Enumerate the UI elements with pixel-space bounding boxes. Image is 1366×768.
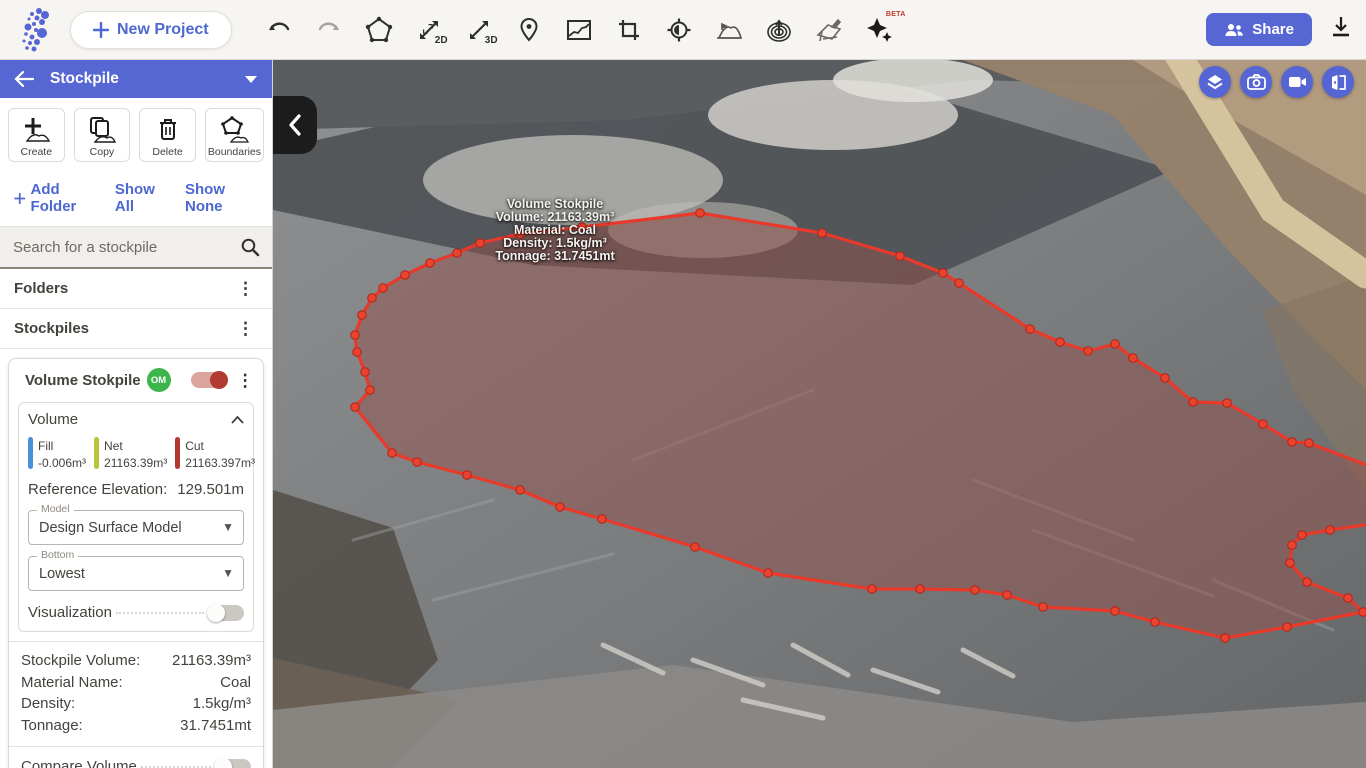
search-icon[interactable] (240, 237, 260, 257)
measure-3d-button[interactable]: 3D (458, 9, 500, 51)
ai-assistant-button[interactable]: BETA (858, 9, 900, 51)
sidebar-header: Stockpile (0, 60, 272, 98)
layers-button[interactable] (1199, 66, 1231, 98)
measure-3d-label: 3D (485, 35, 498, 46)
stockpile-menu-button[interactable]: ⋮ (233, 372, 258, 389)
share-label: Share (1252, 21, 1294, 38)
compare-icon (1330, 74, 1347, 91)
owner-badge: OM (147, 368, 171, 392)
collapse-chevron-icon[interactable] (231, 416, 244, 424)
reference-elevation-value: 129.501m (177, 481, 244, 498)
show-none-button[interactable]: Show None (185, 181, 258, 215)
plus-icon (93, 22, 109, 38)
measure-2d-button[interactable]: 2D (408, 9, 450, 51)
tool-strip: 2D 3D (258, 9, 900, 51)
folders-menu-button[interactable]: ⋮ (233, 280, 258, 297)
plus-icon (14, 192, 26, 205)
volume-header: Volume (28, 411, 78, 428)
stockpile-polygon-svg[interactable] (273, 60, 1366, 768)
polygon-tool-button[interactable] (358, 9, 400, 51)
reference-elevation-label: Reference Elevation: (28, 481, 167, 498)
sidebar-collapse-button[interactable] (273, 96, 317, 154)
boundaries-button[interactable]: Boundaries (205, 108, 264, 162)
share-button[interactable]: Share (1206, 13, 1312, 46)
stockpile-stats: Stockpile Volume:21163.39m³ Material Nam… (9, 641, 263, 746)
net-metric: Net 21163.39m³ (94, 437, 167, 471)
beta-badge: BETA (886, 11, 906, 18)
action-label: Copy (90, 146, 115, 158)
dotted-leader (141, 766, 211, 768)
search-box (0, 227, 272, 269)
back-arrow-button[interactable] (14, 71, 34, 87)
chevron-down-icon: ▼ (222, 566, 234, 580)
map-viewport[interactable]: Volume Stokpile Volume: 21163.39m³ Mater… (273, 60, 1366, 768)
screenshot-button[interactable] (1240, 66, 1272, 98)
visualization-label: Visualization (28, 604, 112, 621)
stockpiles-section: Stockpiles ⋮ (0, 309, 272, 349)
stockpiles-menu-button[interactable]: ⋮ (233, 320, 258, 337)
action-label: Delete (152, 146, 182, 158)
bottom-select[interactable]: Bottom Lowest ▼ (28, 556, 244, 591)
slope-tool-button[interactable] (808, 9, 850, 51)
delete-stockpile-button[interactable]: Delete (139, 108, 196, 162)
compare-view-button[interactable] (1322, 66, 1354, 98)
undo-button[interactable] (258, 9, 300, 51)
copy-stockpile-button[interactable]: Copy (74, 108, 131, 162)
new-project-label: New Project (117, 21, 209, 39)
stockpile-visibility-toggle[interactable] (191, 372, 227, 388)
panel-dropdown-caret[interactable] (244, 75, 258, 84)
folder-links: Add Folder Show All Show None (0, 170, 272, 227)
stockpile-name: Volume Stokpile (25, 372, 141, 389)
add-folder-button[interactable]: Add Folder (14, 181, 101, 215)
record-video-button[interactable] (1281, 66, 1313, 98)
download-button[interactable] (1330, 15, 1352, 44)
measure-2d-label: 2D (435, 35, 448, 46)
action-label: Boundaries (208, 146, 261, 158)
stockpile-actions: Create Copy Delete Boundaries (0, 98, 272, 170)
video-camera-icon (1288, 75, 1307, 89)
search-input[interactable] (0, 227, 272, 267)
crop-button[interactable] (608, 9, 650, 51)
volume-panel: Volume Fill -0.006m³ Net 21163.39m³ Cu (18, 402, 254, 632)
folders-section: Folders ⋮ (0, 269, 272, 309)
stockpile-polygon[interactable] (355, 213, 1366, 638)
target-button[interactable] (658, 9, 700, 51)
folders-label: Folders (14, 280, 68, 297)
elevation-profile-button[interactable] (558, 9, 600, 51)
people-icon (1224, 22, 1244, 38)
compare-volume-row: Compare Volume (9, 746, 263, 768)
location-pin-button[interactable] (508, 9, 550, 51)
layers-icon (1206, 73, 1224, 91)
volume-metrics: Fill -0.006m³ Net 21163.39m³ Cut 21163.3… (28, 437, 244, 471)
create-stockpile-button[interactable]: Create (8, 108, 65, 162)
stockpiles-label: Stockpiles (14, 320, 89, 337)
contours-button[interactable] (758, 9, 800, 51)
show-all-button[interactable]: Show All (115, 181, 171, 215)
panel-title: Stockpile (50, 70, 228, 88)
visualization-toggle[interactable] (208, 605, 244, 621)
compare-volume-label: Compare Volume (21, 758, 137, 768)
app-logo-icon (14, 5, 58, 55)
camera-icon (1247, 74, 1266, 90)
terrain-button[interactable] (708, 9, 750, 51)
stockpile-sidebar: Stockpile Create Copy Delete (0, 60, 273, 768)
redo-button[interactable] (308, 9, 350, 51)
top-toolbar: New Project 2D 3D (0, 0, 1366, 60)
model-select[interactable]: Model Design Surface Model ▼ (28, 510, 244, 545)
action-label: Create (21, 146, 53, 158)
compare-volume-toggle[interactable] (215, 759, 251, 768)
map-controls (1199, 66, 1354, 98)
chevron-left-icon (287, 114, 303, 136)
stockpile-card: Volume Stokpile OM ⋮ Volume Fill -0.006m… (8, 358, 264, 768)
chevron-down-icon: ▼ (222, 520, 234, 534)
fill-metric: Fill -0.006m³ (28, 437, 86, 471)
cut-metric: Cut 21163.397m³ (175, 437, 255, 471)
new-project-button[interactable]: New Project (70, 11, 232, 49)
dotted-leader (116, 612, 204, 614)
